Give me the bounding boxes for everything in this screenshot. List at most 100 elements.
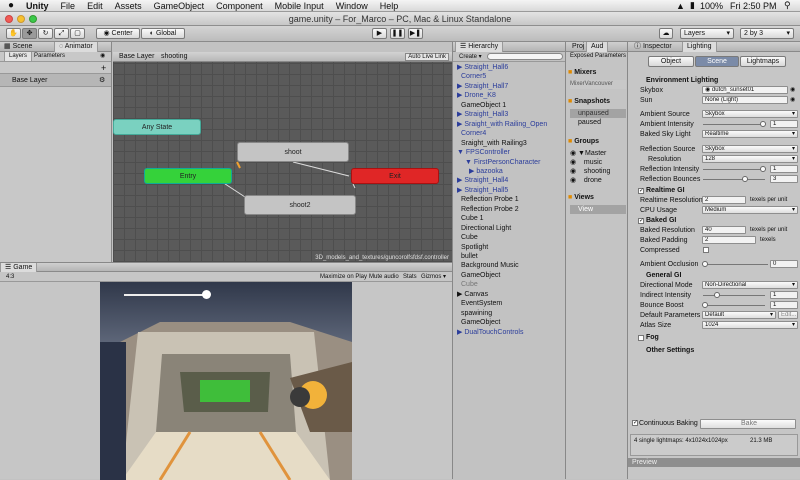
eye-icon[interactable]: ◉ xyxy=(96,52,109,61)
ambient-intensity-field[interactable]: 1 xyxy=(770,120,798,128)
scene-mode-button[interactable]: Scene xyxy=(695,56,739,67)
directional-mode-dropdown[interactable]: Non-Directional ▾ xyxy=(702,281,798,289)
hierarchy-item[interactable]: ▼ FPSController xyxy=(457,149,510,157)
aspect-dropdown[interactable]: 4:3 xyxy=(6,272,14,282)
tab-hierarchy[interactable]: ☰ Hierarchy xyxy=(455,42,504,52)
stats-toggle[interactable]: Stats xyxy=(403,272,417,282)
tab-audio-mixer[interactable]: Aud xyxy=(586,42,609,52)
zoom-window-button[interactable] xyxy=(29,15,37,23)
hierarchy-item[interactable]: ▶ Straight_Hall5 xyxy=(457,187,508,195)
bake-button[interactable]: Bake xyxy=(700,419,796,429)
group-music[interactable]: ◉ music xyxy=(570,158,602,166)
hand-tool-button[interactable]: ✋ xyxy=(6,28,21,39)
reflection-bounces-knob[interactable] xyxy=(742,176,748,182)
hierarchy-search-input[interactable] xyxy=(487,53,563,60)
drone-visibility-icon[interactable]: ◉ xyxy=(570,177,584,184)
tab-animator[interactable]: ◌ Animator xyxy=(54,42,98,52)
apple-icon[interactable]: ● xyxy=(8,0,14,11)
hierarchy-item[interactable]: Cube xyxy=(461,281,478,289)
indirect-intensity-field[interactable]: 1 xyxy=(770,291,798,299)
scale-tool-button[interactable]: ⤢ xyxy=(54,28,69,39)
hierarchy-item[interactable]: GameObject 1 xyxy=(461,102,506,110)
fog-header[interactable]: Fog xyxy=(646,334,659,341)
hierarchy-item[interactable]: Background Music xyxy=(461,262,519,270)
search-icon[interactable]: ⚲ xyxy=(784,0,791,11)
skybox-field[interactable]: ◉ dutch_sunset01 xyxy=(702,86,788,94)
ambient-occlusion-field[interactable]: 0 xyxy=(770,260,798,268)
minimize-window-button[interactable] xyxy=(17,15,25,23)
ambient-source-dropdown[interactable]: Skybox ▾ xyxy=(702,110,798,118)
tab-game[interactable]: ☰ Game xyxy=(0,263,38,272)
ambient-intensity-slider[interactable] xyxy=(703,124,765,125)
cloud-icon[interactable]: ☁ xyxy=(659,28,673,39)
ambient-intensity-knob[interactable] xyxy=(760,121,766,127)
continuous-baking-checkbox[interactable]: ✓ xyxy=(632,420,638,426)
group-drone[interactable]: ◉ drone xyxy=(570,176,602,184)
sun-field[interactable]: None (Light) xyxy=(702,96,788,104)
menu-edit[interactable]: Edit xyxy=(87,1,103,11)
hierarchy-item[interactable]: GameObject xyxy=(461,319,500,327)
music-visibility-icon[interactable]: ◉ xyxy=(570,159,584,166)
animator-graph[interactable]: Base Layer shooting Auto Live Link Any S… xyxy=(113,52,453,262)
ambient-occlusion-slider[interactable] xyxy=(706,264,768,265)
hierarchy-item[interactable]: Cube 1 xyxy=(461,215,484,223)
menu-gameobject[interactable]: GameObject xyxy=(154,1,205,11)
hierarchy-item[interactable]: Corner5 xyxy=(461,73,486,81)
menu-assets[interactable]: Assets xyxy=(115,1,142,11)
menu-window[interactable]: Window xyxy=(336,1,368,11)
atlas-size-dropdown[interactable]: 1024 ▾ xyxy=(702,321,798,329)
gizmos-dropdown[interactable]: Gizmos ▾ xyxy=(421,272,446,282)
hierarchy-item[interactable]: ▶ Straight_Hall7 xyxy=(457,83,508,91)
hierarchy-item[interactable]: ▶ Straight_Hall6 xyxy=(457,64,508,72)
baked-gi-header[interactable]: Baked GI xyxy=(646,217,676,224)
hierarchy-item[interactable]: ▶ Sraight_with Railing_Open xyxy=(457,121,547,129)
indirect-intensity-slider[interactable] xyxy=(703,295,765,296)
default-parameters-dropdown[interactable]: Default ▾ xyxy=(702,311,776,319)
realtime-gi-header[interactable]: Realtime GI xyxy=(646,187,685,194)
compressed-checkbox[interactable] xyxy=(703,247,709,253)
hierarchy-item[interactable]: ▶ Straight_Hall4 xyxy=(457,177,508,185)
mute-audio-toggle[interactable]: Mute audio xyxy=(369,272,399,282)
any-state-node[interactable]: Any State xyxy=(113,119,201,135)
other-settings-header[interactable]: Other Settings xyxy=(646,347,694,354)
fog-checkbox[interactable] xyxy=(638,335,644,341)
baked-resolution-field[interactable]: 40 xyxy=(702,226,746,234)
reflection-bounces-slider[interactable] xyxy=(703,179,765,180)
menubar-clock[interactable]: Fri 2:50 PM xyxy=(730,1,777,11)
baked-sky-light-dropdown[interactable]: Realtime ▾ xyxy=(702,130,798,138)
hierarchy-item[interactable]: Spotlight xyxy=(461,244,488,252)
snapshot-paused[interactable]: paused xyxy=(578,119,601,126)
hierarchy-item[interactable]: ▼ FirstPersonCharacter xyxy=(465,159,540,167)
hierarchy-item[interactable]: bullet xyxy=(461,253,478,261)
hierarchy-item[interactable]: EventSystem xyxy=(461,300,502,308)
menu-app[interactable]: Unity xyxy=(26,1,49,11)
lightmaps-mode-button[interactable]: Lightmaps xyxy=(740,56,786,67)
reflection-source-dropdown[interactable]: Skybox ▾ xyxy=(702,145,798,153)
global-local-button[interactable]: ◐ Global xyxy=(141,28,185,39)
rotate-tool-button[interactable]: ↻ xyxy=(38,28,53,39)
add-layer-button[interactable]: + xyxy=(101,63,106,73)
hierarchy-item[interactable]: ▶ Canvas xyxy=(457,291,488,299)
bounce-boost-slider[interactable] xyxy=(703,305,765,306)
hierarchy-item[interactable]: ▶ Straight_Hall3 xyxy=(457,111,508,119)
layer-settings-icon[interactable]: ⚙ xyxy=(99,76,105,84)
shoot2-node[interactable]: shoot2 xyxy=(244,195,356,215)
resolution-dropdown[interactable]: 128 ▾ xyxy=(702,155,798,163)
exit-node[interactable]: Exit xyxy=(351,168,439,184)
pause-button[interactable]: ❚❚ xyxy=(390,28,405,39)
preview-bar[interactable]: Preview xyxy=(628,458,800,467)
bounce-boost-field[interactable]: 1 xyxy=(770,301,798,309)
battery-icon[interactable]: ▮ xyxy=(690,0,695,11)
reflection-intensity-knob[interactable] xyxy=(760,166,766,172)
close-window-button[interactable] xyxy=(5,15,13,23)
hierarchy-item[interactable]: Sraight_with Railing3 xyxy=(461,140,527,148)
hierarchy-item[interactable]: Cube xyxy=(461,234,478,242)
sun-picker-icon[interactable]: ◉ xyxy=(790,96,795,103)
wifi-icon[interactable]: ▲ xyxy=(676,1,685,11)
hierarchy-item[interactable]: Corner4 xyxy=(461,130,486,138)
game-viewport[interactable] xyxy=(100,282,352,480)
shooting-visibility-icon[interactable]: ◉ xyxy=(570,168,584,175)
tab-inspector[interactable]: ⓘ Inspector xyxy=(630,42,676,52)
realtime-resolution-field[interactable]: 2 xyxy=(702,196,746,204)
create-dropdown[interactable]: Create ▾ xyxy=(459,53,482,60)
